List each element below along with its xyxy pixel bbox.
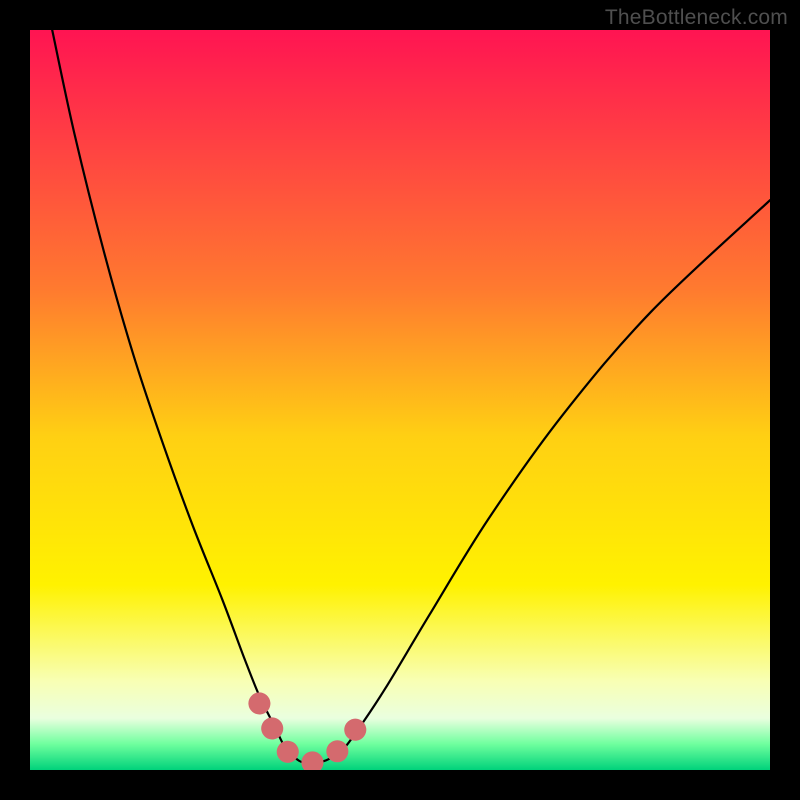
chart-frame (30, 30, 770, 770)
bottleneck-curve (52, 30, 770, 763)
highlighted-region (259, 703, 370, 762)
bottleneck-chart (30, 30, 770, 770)
attribution-text: TheBottleneck.com (605, 6, 788, 30)
